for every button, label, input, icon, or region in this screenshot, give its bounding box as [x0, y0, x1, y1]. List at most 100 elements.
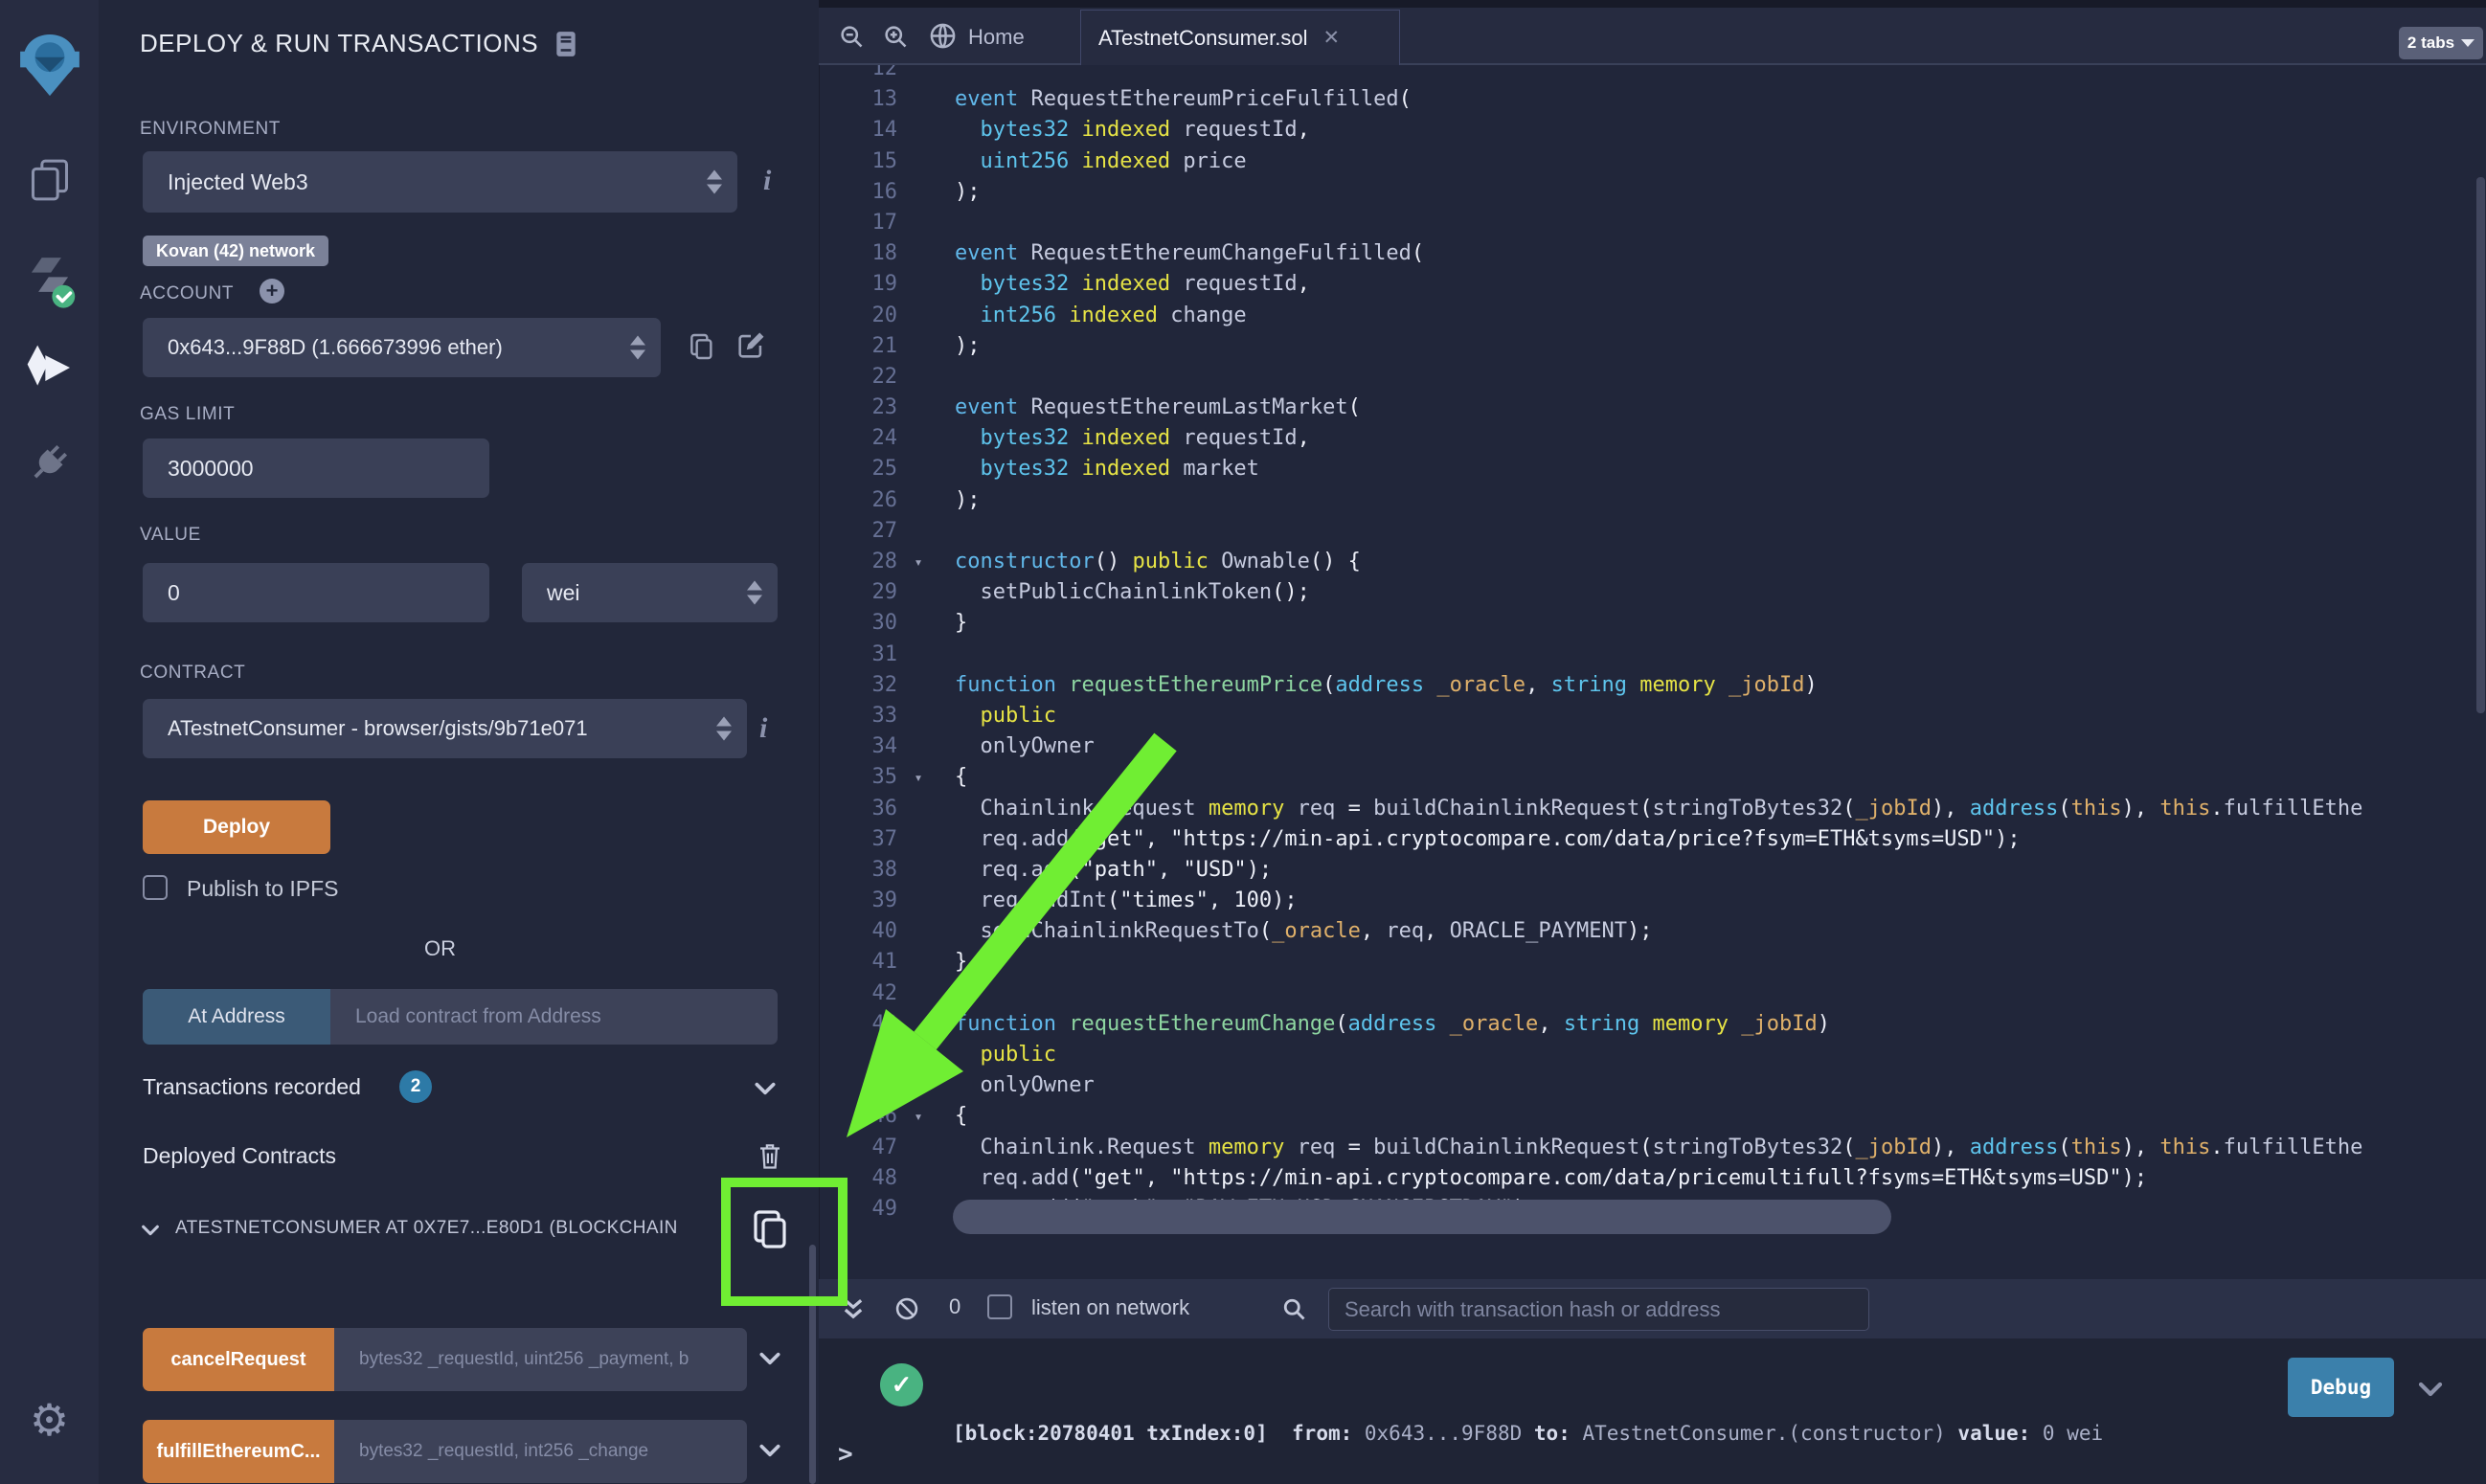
code-line[interactable]: 37 req.add("get", "https://min-api.crypt… — [819, 824, 2486, 855]
transaction-log[interactable]: [block:20780401 txIndex:0] from: 0x643..… — [953, 1360, 2103, 1484]
code-line[interactable]: 19 bytes32 indexed requestId, — [819, 269, 2486, 300]
code-line[interactable]: 26); — [819, 485, 2486, 516]
gas-limit-input[interactable] — [143, 438, 489, 498]
file-explorer-icon[interactable] — [0, 153, 99, 207]
tab-close-icon[interactable]: ✕ — [1322, 26, 1340, 50]
fold-gutter — [897, 454, 939, 484]
code-line[interactable]: 24 bytes32 indexed requestId, — [819, 423, 2486, 454]
code-line[interactable]: 25 bytes32 indexed market — [819, 454, 2486, 484]
debug-button[interactable]: Debug — [2288, 1358, 2394, 1417]
code-line[interactable]: 40 sendChainlinkRequestTo(_oracle, req, … — [819, 916, 2486, 947]
code-line[interactable]: 20 int256 indexed change — [819, 301, 2486, 331]
zoom-out-icon[interactable] — [838, 23, 865, 50]
zoom-in-icon[interactable] — [882, 23, 909, 50]
select-arrows-icon — [707, 170, 722, 194]
fold-arrow-icon[interactable]: ▾ — [897, 1101, 939, 1132]
code-line[interactable]: 38 req.add("path", "USD"); — [819, 855, 2486, 886]
editor-horizontal-scrollbar[interactable] — [953, 1200, 1891, 1234]
publish-ipfs-label: Publish to IPFS — [187, 876, 339, 902]
code-text: Chainlink.Request memory req = buildChai… — [939, 1133, 2362, 1163]
code-line[interactable]: 42 — [819, 978, 2486, 1009]
terminal-prompt[interactable]: > — [838, 1440, 853, 1469]
at-address-input[interactable] — [330, 989, 778, 1045]
editor-vertical-scrollbar[interactable] — [2476, 177, 2485, 713]
code-line[interactable]: 36 Chainlink.Request memory req = buildC… — [819, 794, 2486, 824]
tab-atestnetconsumer[interactable]: ATestnetConsumer.sol ✕ — [1080, 10, 1400, 65]
tab-home[interactable]: Home — [968, 25, 1025, 50]
code-line[interactable]: 35▾{ — [819, 762, 2486, 793]
environment-select[interactable]: Injected Web3 — [143, 151, 737, 213]
home-icon[interactable] — [928, 21, 958, 51]
copy-contract-address-button[interactable] — [748, 1204, 794, 1254]
fold-arrow-icon[interactable]: ▾ — [897, 547, 939, 577]
code-line[interactable]: 47 Chainlink.Request memory req = buildC… — [819, 1133, 2486, 1163]
code-line[interactable]: 31 — [819, 640, 2486, 670]
cancel-request-expand-chevron-icon[interactable] — [757, 1346, 782, 1371]
transactions-expand-chevron-icon[interactable] — [753, 1076, 778, 1101]
cancel-request-button[interactable]: cancelRequest — [143, 1328, 334, 1391]
add-account-icon[interactable]: + — [260, 279, 284, 304]
terminal-header: 0 listen on network — [819, 1279, 2486, 1338]
deployed-item-title[interactable]: ATESTNETCONSUMER AT 0X7E7...E80D1 (BLOCK… — [175, 1218, 726, 1239]
code-line[interactable]: 17 — [819, 208, 2486, 238]
code-line[interactable]: 43function requestEthereumChange(address… — [819, 1009, 2486, 1040]
copy-account-icon[interactable] — [687, 331, 717, 362]
code-line[interactable]: 45 onlyOwner — [819, 1070, 2486, 1101]
code-line[interactable]: 44 public — [819, 1040, 2486, 1070]
docs-book-icon[interactable] — [555, 31, 576, 57]
deploy-button[interactable]: Deploy — [143, 800, 330, 854]
at-address-button[interactable]: At Address — [143, 989, 330, 1045]
contract-info-icon[interactable]: i — [759, 712, 767, 745]
code-text: onlyOwner — [939, 1070, 1095, 1101]
code-editor[interactable]: 1213event RequestEthereumPriceFulfilled(… — [819, 65, 2486, 1279]
code-line[interactable]: 29 setPublicChainlinkToken(); — [819, 577, 2486, 608]
terminal-search-input[interactable] — [1328, 1288, 1869, 1331]
panel-scrollbar[interactable] — [809, 1245, 816, 1484]
line-number: 28 — [819, 547, 897, 577]
plugin-manager-icon[interactable] — [0, 437, 99, 488]
deploy-run-icon[interactable] — [0, 341, 99, 394]
code-line[interactable]: 41} — [819, 947, 2486, 978]
code-line[interactable]: 18event RequestEthereumChangeFulfilled( — [819, 238, 2486, 269]
fulfill-ethereum-change-button[interactable]: fulfillEthereumC... — [143, 1420, 334, 1483]
line-number: 15 — [819, 146, 897, 177]
publish-ipfs-checkbox[interactable] — [143, 875, 168, 900]
code-line[interactable]: 22 — [819, 362, 2486, 393]
value-unit-select[interactable]: wei — [522, 563, 778, 622]
code-line[interactable]: 12 — [819, 65, 2486, 84]
fulfill-ethereum-change-args-input[interactable] — [334, 1420, 747, 1483]
code-line[interactable]: 46▾{ — [819, 1101, 2486, 1132]
code-line[interactable]: 27 — [819, 516, 2486, 547]
code-line[interactable]: 13event RequestEthereumPriceFulfilled( — [819, 84, 2486, 115]
code-line[interactable]: 39 req.addInt("times", 100); — [819, 886, 2486, 916]
code-line[interactable]: 32function requestEthereumPrice(address … — [819, 670, 2486, 701]
edit-account-icon[interactable] — [734, 329, 767, 362]
code-line[interactable]: 48 req.add("get", "https://min-api.crypt… — [819, 1163, 2486, 1194]
solidity-compiler-icon[interactable] — [0, 251, 99, 310]
code-line[interactable]: 16); — [819, 177, 2486, 208]
clear-deployed-trash-icon[interactable] — [756, 1139, 784, 1172]
cancel-request-args-input[interactable] — [334, 1328, 747, 1391]
environment-info-icon[interactable]: i — [763, 165, 771, 197]
code-line[interactable]: 21); — [819, 331, 2486, 362]
contract-select[interactable]: ATestnetConsumer - browser/gists/9b71e07… — [143, 699, 747, 758]
code-line[interactable]: 34 onlyOwner — [819, 731, 2486, 762]
fulfill-expand-chevron-icon[interactable] — [757, 1438, 782, 1463]
settings-gear-icon[interactable]: ⚙ — [0, 1394, 99, 1446]
deployed-item-chevron-icon[interactable] — [140, 1220, 161, 1241]
tabs-count-button[interactable]: 2 tabs — [2399, 27, 2483, 59]
fold-arrow-icon[interactable]: ▾ — [897, 762, 939, 793]
code-line[interactable]: 15 uint256 indexed price — [819, 146, 2486, 177]
remix-logo[interactable] — [0, 27, 99, 103]
clear-console-ban-icon[interactable] — [893, 1295, 920, 1322]
account-select[interactable]: 0x643...9F88D (1.666673996 ether) — [143, 318, 661, 377]
log-expand-chevron-icon[interactable] — [2416, 1375, 2445, 1404]
value-input[interactable] — [143, 563, 489, 622]
code-line[interactable]: 28▾constructor() public Ownable() { — [819, 547, 2486, 577]
listen-network-checkbox[interactable] — [987, 1294, 1012, 1319]
code-line[interactable]: 23event RequestEthereumLastMarket( — [819, 393, 2486, 423]
code-line[interactable]: 14 bytes32 indexed requestId, — [819, 115, 2486, 146]
code-line[interactable]: 30} — [819, 608, 2486, 639]
code-line[interactable]: 33 public — [819, 701, 2486, 731]
expand-terminal-double-chevron-icon[interactable] — [840, 1295, 867, 1322]
